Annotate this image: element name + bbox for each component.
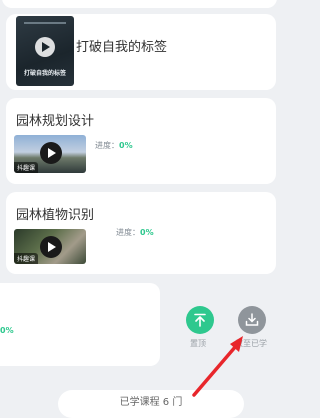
annotation-arrow-icon xyxy=(192,336,243,397)
